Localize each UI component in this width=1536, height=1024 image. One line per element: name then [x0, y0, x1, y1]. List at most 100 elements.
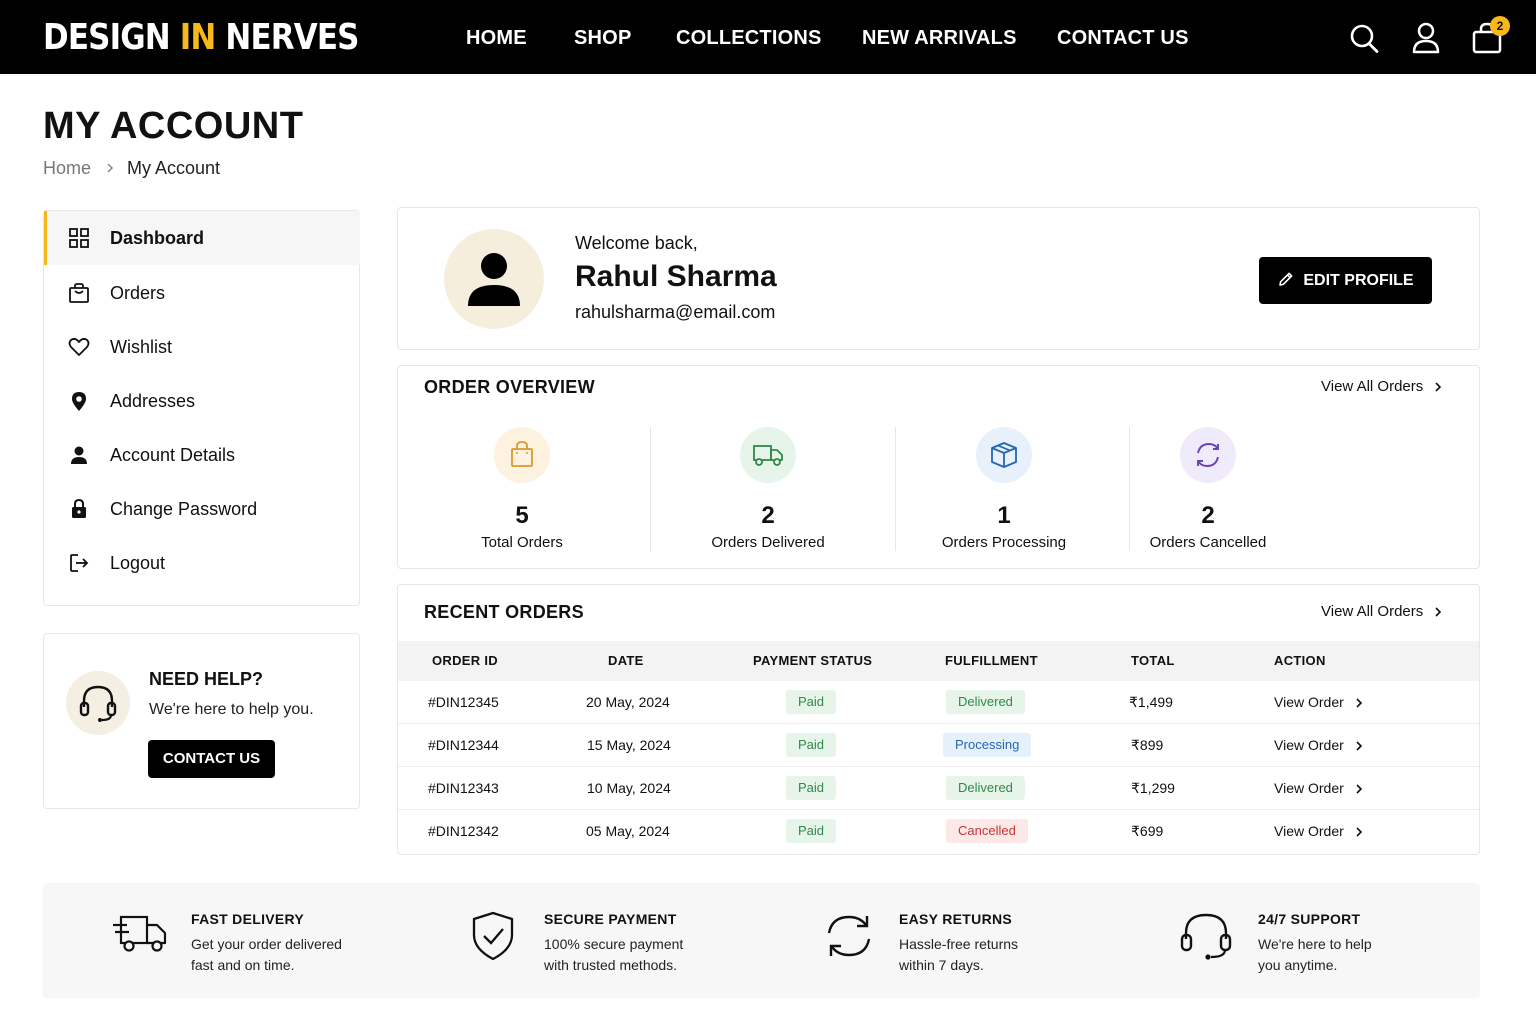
feature-line-1: Get your order delivered [191, 936, 342, 952]
logout-icon [68, 552, 90, 574]
edit-profile-label: EDIT PROFILE [1303, 272, 1414, 289]
feature-description: 100% secure payment with trusted methods. [544, 934, 744, 976]
fulfillment-status-badge: Delivered [946, 690, 1025, 714]
delivery-truck-icon [740, 427, 796, 483]
feature-title: SECURE PAYMENT [544, 911, 677, 927]
refresh-icon [823, 911, 879, 961]
order-id: #DIN12342 [428, 823, 499, 839]
main-nav: HOME SHOP COLLECTIONS NEW ARRIVALS CONTA… [0, 24, 1536, 52]
stat-label: Orders Delivered [711, 534, 825, 551]
edit-profile-button[interactable]: EDIT PROFILE [1259, 257, 1432, 304]
nav-collections[interactable]: COLLECTIONS [676, 24, 822, 52]
feature-description: Hassle-free returns within 7 days. [899, 934, 1099, 976]
table-row: #DIN12344 15 May, 2024 Paid Processing ₹… [398, 724, 1479, 767]
features-bar: FAST DELIVERY Get your order delivered fa… [43, 883, 1480, 998]
feature-support: 24/7 SUPPORT We're here to help you anyti… [1179, 883, 1479, 998]
breadcrumb-home[interactable]: Home [43, 156, 91, 180]
feature-line-2: you anytime. [1258, 957, 1338, 973]
feature-description: Get your order delivered fast and on time… [191, 934, 391, 976]
sidebar-item-account-details[interactable]: Account Details [44, 428, 360, 482]
user-icon [68, 444, 90, 466]
order-date: 15 May, 2024 [587, 737, 671, 753]
stat-label: Orders Cancelled [1149, 534, 1267, 551]
payment-status-badge: Paid [786, 819, 837, 843]
feature-line-1: Hassle-free returns [899, 936, 1019, 952]
chevron-right-icon [1433, 606, 1443, 618]
sidebar-label: Orders [110, 283, 166, 303]
payment-status-badge: Paid [786, 776, 837, 800]
stat-total-orders: 5 Total Orders [422, 366, 622, 570]
feature-title: FAST DELIVERY [191, 911, 305, 927]
view-order-label: View Order [1274, 737, 1344, 753]
view-all-orders-link[interactable]: View All Orders [1321, 377, 1443, 397]
divider [895, 427, 896, 551]
stat-orders-delivered: 2 Orders Delivered [668, 366, 868, 570]
feature-title: EASY RETURNS [899, 911, 1013, 927]
sidebar-label: Addresses [110, 391, 196, 411]
view-order-link[interactable]: View Order [1274, 735, 1364, 755]
delivery-truck-icon [113, 911, 169, 961]
sidebar-item-orders[interactable]: Orders [44, 266, 360, 320]
headset-icon [66, 671, 130, 735]
sidebar-item-change-password[interactable]: Change Password [44, 482, 360, 536]
search-icon[interactable] [1348, 20, 1380, 56]
sidebar-label: Logout [110, 553, 166, 573]
column-header: FULFILLMENT [945, 653, 1038, 668]
stat-orders-cancelled: 2 Orders Cancelled [1108, 366, 1308, 570]
view-order-link[interactable]: View Order [1274, 821, 1364, 841]
page-title: MY ACCOUNT [43, 105, 304, 147]
column-header: ORDER ID [432, 653, 498, 668]
stat-value: 1 [997, 502, 1011, 529]
sidebar-item-wishlist[interactable]: Wishlist [44, 320, 360, 374]
view-all-label: View All Orders [1321, 603, 1424, 620]
nav-home[interactable]: HOME [466, 24, 527, 52]
breadcrumb-chevron-icon [104, 162, 116, 174]
fulfillment-status-badge: Cancelled [946, 819, 1028, 843]
breadcrumb-current: My Account [127, 158, 221, 178]
user-icon[interactable] [1410, 20, 1442, 56]
avatar [444, 229, 544, 329]
site-header: DESIGN IN NERVES HOME SHOP COLLECTIONS N… [0, 0, 1536, 74]
nav-new-arrivals[interactable]: NEW ARRIVALS [862, 24, 1017, 52]
view-order-link[interactable]: View Order [1274, 692, 1364, 712]
profile-email: rahulsharma@email.com [575, 302, 776, 322]
feature-title: 24/7 SUPPORT [1258, 911, 1361, 927]
divider [650, 427, 651, 551]
order-id: #DIN12345 [428, 694, 499, 710]
view-all-label: View All Orders [1321, 378, 1424, 395]
chevron-right-icon [1354, 826, 1364, 838]
sidebar-item-logout[interactable]: Logout [44, 536, 360, 590]
view-all-orders-link[interactable]: View All Orders [1321, 602, 1443, 622]
help-card: NEED HELP? We're here to help you. CONTA… [43, 633, 360, 809]
refresh-icon [1180, 427, 1236, 483]
order-total: ₹1,299 [1131, 780, 1175, 796]
sidebar-item-addresses[interactable]: Addresses [44, 374, 360, 428]
view-order-label: View Order [1274, 823, 1344, 839]
chevron-right-icon [1354, 740, 1364, 752]
nav-shop[interactable]: SHOP [574, 24, 631, 52]
chevron-right-icon [1354, 697, 1364, 709]
fulfillment-status-badge: Processing [943, 733, 1032, 757]
feature-description: We're here to help you anytime. [1258, 934, 1458, 976]
help-title: NEED HELP? [149, 669, 264, 689]
contact-us-button[interactable]: CONTACT US [148, 740, 275, 778]
table-row: #DIN12343 10 May, 2024 Paid Delivered ₹1… [398, 767, 1479, 810]
order-total: ₹699 [1131, 823, 1164, 839]
section-title: RECENT ORDERS [424, 602, 584, 622]
table-header: ORDER ID DATE PAYMENT STATUS FULFILLMENT… [398, 641, 1479, 681]
location-pin-icon [68, 390, 90, 412]
feature-line-1: 100% secure payment [544, 936, 684, 952]
shopping-bag-icon [494, 427, 550, 483]
stat-value: 5 [515, 502, 529, 529]
order-date: 10 May, 2024 [587, 780, 671, 796]
view-order-label: View Order [1274, 694, 1344, 710]
nav-contact-us[interactable]: CONTACT US [1057, 24, 1189, 52]
sidebar-item-dashboard[interactable]: Dashboard [44, 211, 360, 265]
table-row: #DIN12345 20 May, 2024 Paid Delivered ₹1… [398, 681, 1479, 724]
payment-status-badge: Paid [786, 733, 837, 757]
table-row: #DIN12342 05 May, 2024 Paid Cancelled ₹6… [398, 810, 1479, 853]
fulfillment-status-badge: Delivered [946, 776, 1025, 800]
column-header: ACTION [1274, 653, 1326, 668]
view-order-link[interactable]: View Order [1274, 778, 1364, 798]
sidebar-label: Dashboard [110, 228, 205, 248]
